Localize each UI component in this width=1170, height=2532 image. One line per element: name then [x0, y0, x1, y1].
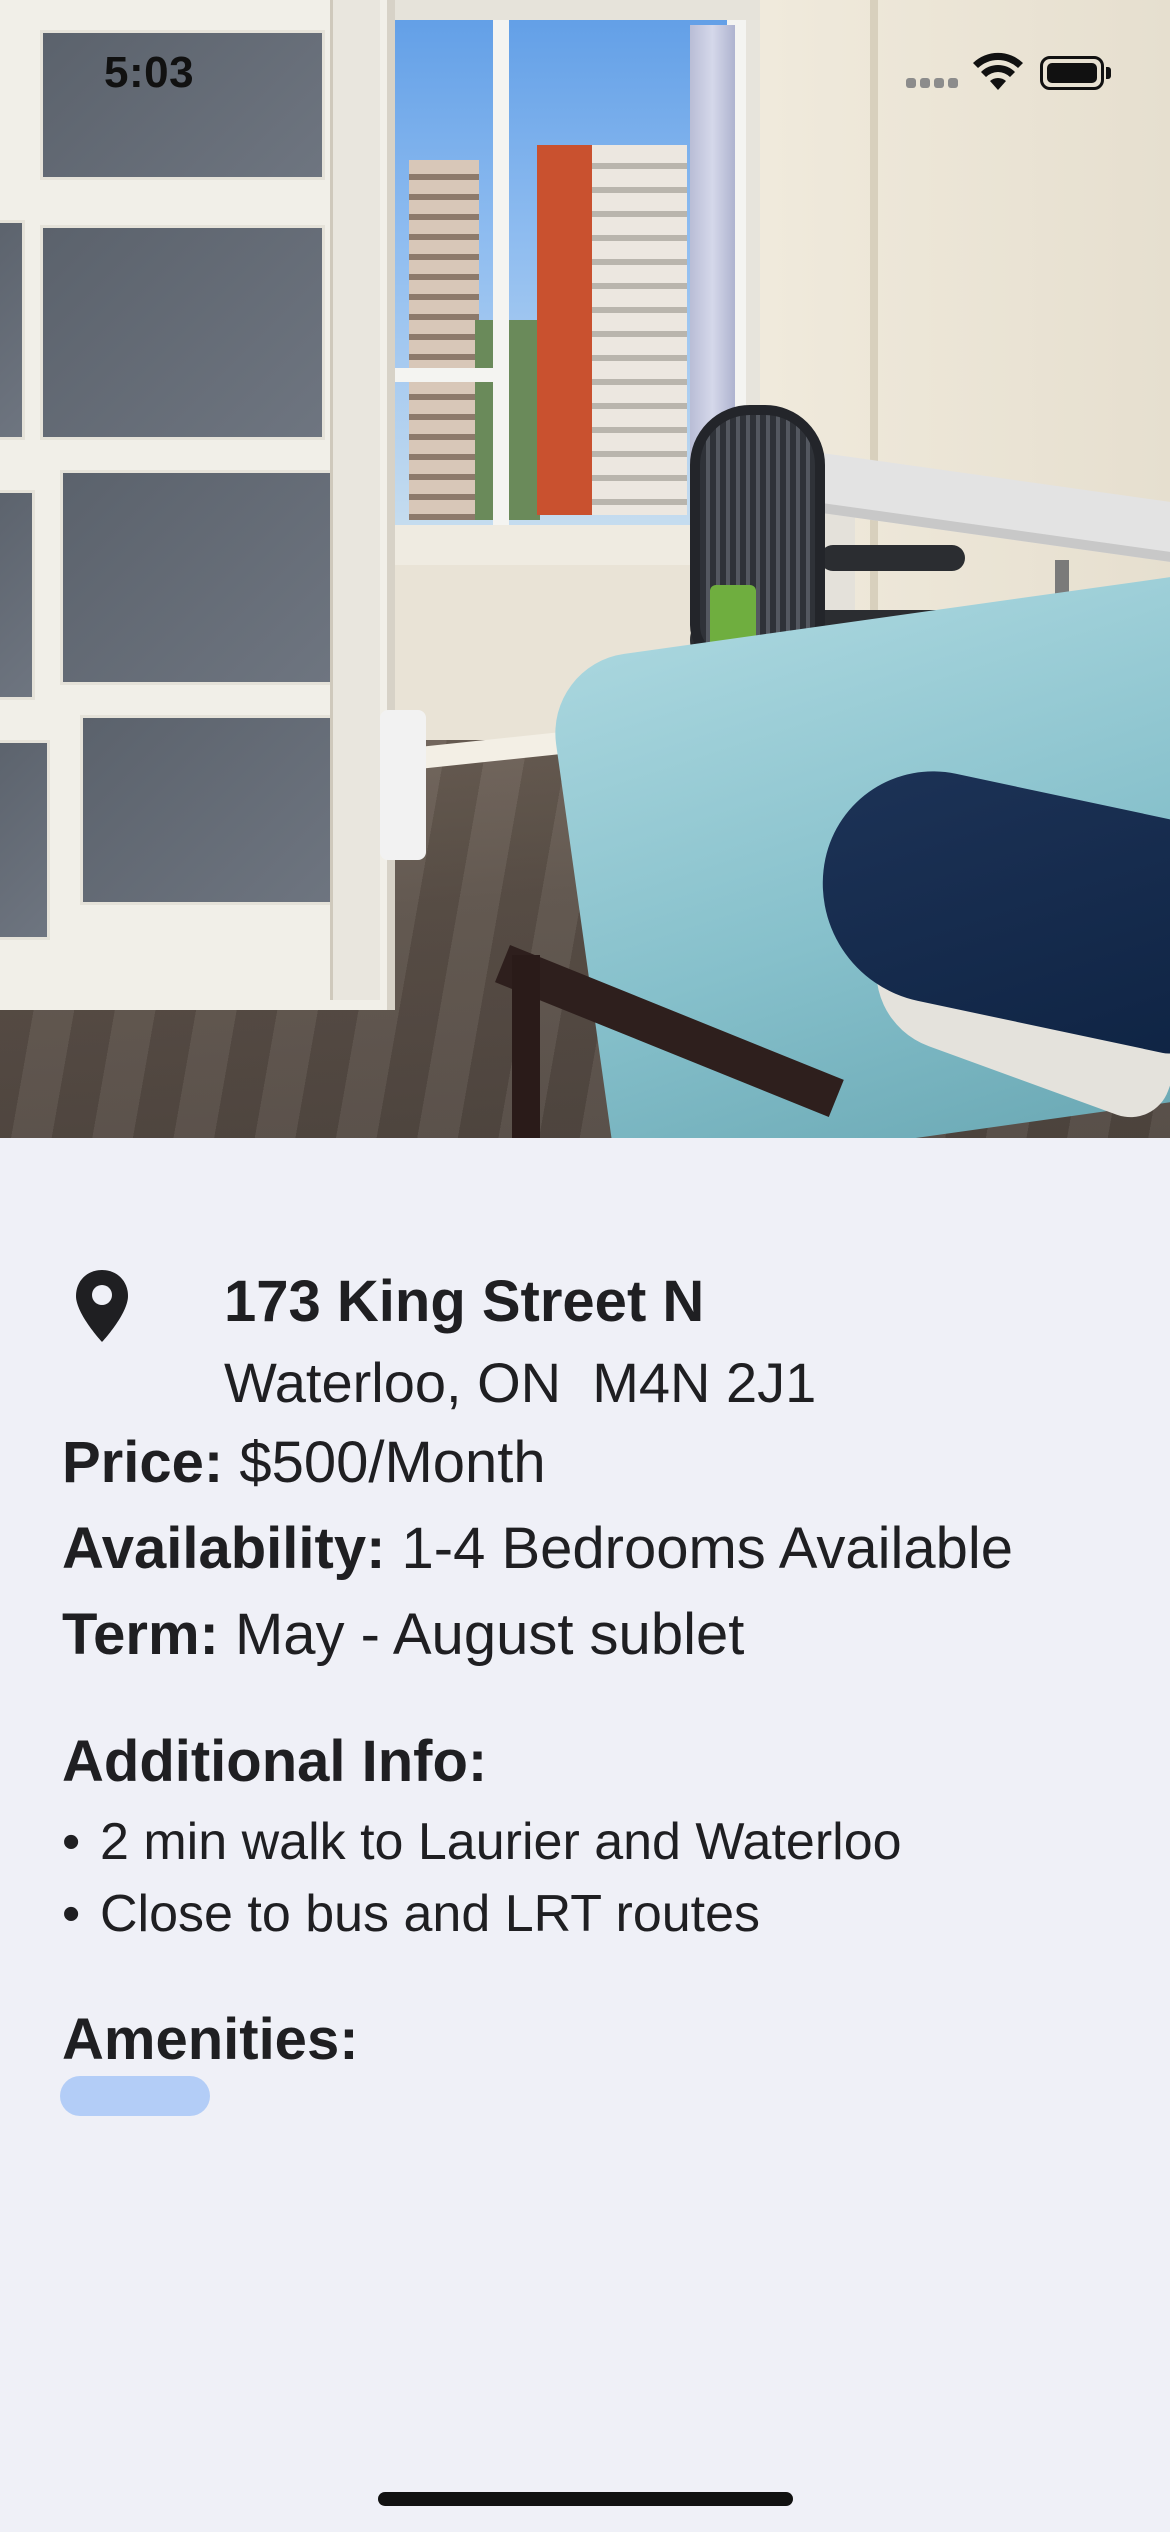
price-value: $500/Month [223, 1430, 546, 1495]
list-item: • Close to bus and LRT routes [62, 1878, 902, 1950]
term-label: Term: [62, 1602, 219, 1667]
photo-closet-panel [0, 220, 25, 440]
additional-info-title: Additional Info: [62, 1729, 488, 1794]
photo-building-facade [592, 145, 687, 515]
photo-window-mullion [387, 368, 497, 382]
map-pin-icon [76, 1270, 128, 1342]
photo-closet-panel [0, 490, 35, 700]
photo-building [537, 145, 687, 515]
photo-closet-door-edge [330, 0, 380, 1000]
list-item-text: Close to bus and LRT routes [100, 1885, 761, 1943]
price-label: Price: [62, 1430, 224, 1495]
photo-building [409, 160, 479, 520]
address-city: Waterloo, ON M4N 2J1 [224, 1351, 817, 1414]
availability-row: Availability: 1-4 Bedrooms Available [62, 1506, 1013, 1592]
address-street: 173 King Street N [224, 1269, 705, 1334]
photo-bed-post [512, 955, 540, 1138]
listing-photo[interactable] [0, 0, 1170, 1138]
cellular-signal-icon [906, 78, 960, 88]
additional-info-list: • 2 min walk to Laurier and Waterloo • Clo… [62, 1806, 902, 1950]
home-indicator[interactable] [378, 2492, 793, 2506]
listing-facts: Price: $500/Month Availability: 1-4 Bedr… [62, 1420, 1013, 1678]
photo-closet-panel [80, 715, 340, 905]
photo-chair-arm [820, 545, 965, 571]
photo-closet-panel [0, 740, 50, 940]
bullet: • [62, 1885, 81, 1943]
bullet: • [62, 1813, 81, 1871]
term-row: Term: May - August sublet [62, 1592, 1013, 1678]
term-value: May - August sublet [218, 1602, 745, 1667]
list-item-text: 2 min walk to Laurier and Waterloo [100, 1813, 902, 1871]
photo-trash-bin [380, 710, 426, 860]
price-row: Price: $500/Month [62, 1420, 1013, 1506]
photo-closet-panel [60, 470, 335, 685]
availability-label: Availability: [62, 1516, 386, 1581]
status-bar: 5:03 [0, 0, 1170, 140]
listing-detail-screen: 5:03 173 King Street N Waterloo, ON M4N … [0, 0, 1170, 2532]
wifi-icon [973, 52, 1023, 90]
amenities-title: Amenities: [62, 2007, 359, 2072]
list-item: • 2 min walk to Laurier and Waterloo [62, 1806, 902, 1878]
listing-details: 173 King Street N Waterloo, ON M4N 2J1 P… [0, 1138, 1170, 2532]
photo-closet [0, 0, 395, 1010]
availability-value: 1-4 Bedrooms Available [385, 1516, 1014, 1581]
photo-closet-panel [40, 225, 325, 440]
battery-icon [1040, 56, 1112, 90]
amenity-chip[interactable] [60, 2076, 210, 2116]
status-time: 5:03 [104, 48, 195, 97]
